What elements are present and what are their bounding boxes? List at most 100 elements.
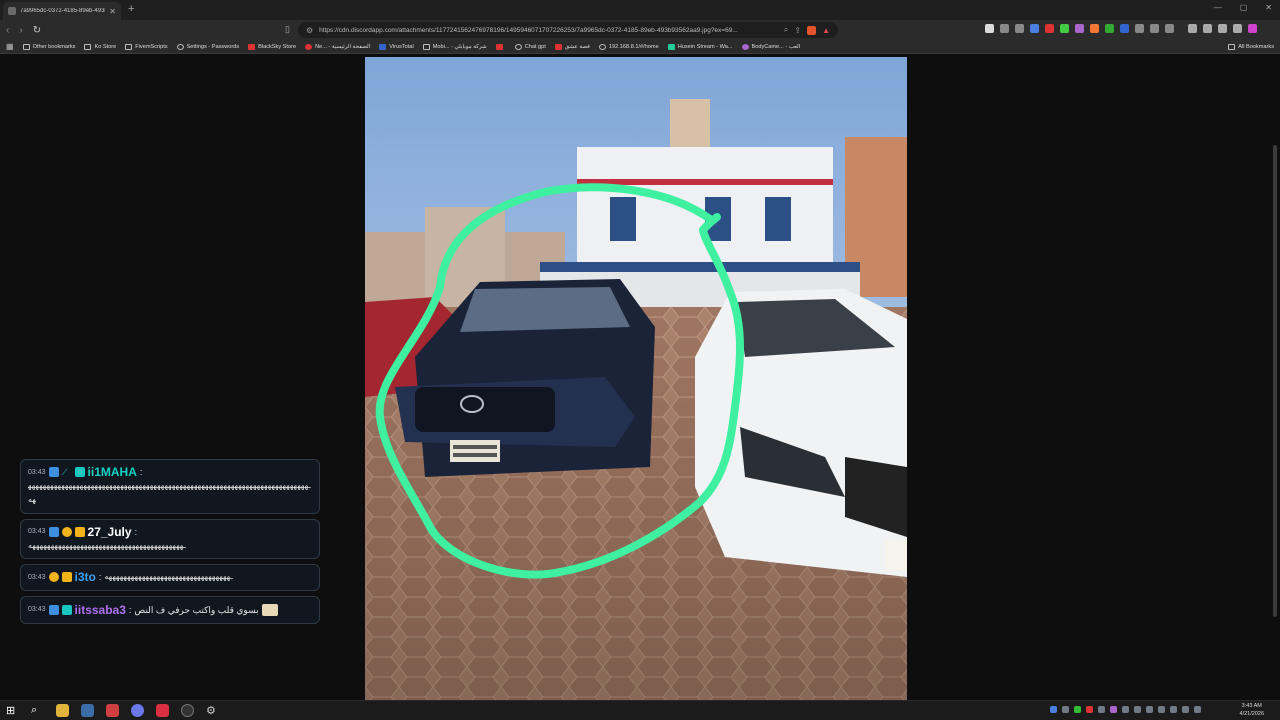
tray-icon[interactable] — [1098, 706, 1105, 713]
chat-username[interactable]: i3to — [75, 570, 96, 584]
tray-icon[interactable] — [1062, 706, 1069, 713]
back-icon[interactable]: ‹ — [6, 25, 9, 36]
extension-icon[interactable] — [985, 24, 994, 33]
kick-icon — [667, 43, 675, 50]
site-info-icon[interactable]: ⚙ — [306, 26, 313, 35]
badge-icon — [48, 526, 59, 537]
chatgpt-icon — [514, 43, 522, 50]
all-bookmarks-button[interactable]: All Bookmarks — [1228, 40, 1274, 54]
youtube-icon — [495, 43, 503, 50]
chat-username[interactable]: iitssaba3 — [75, 603, 126, 617]
tray-icon[interactable] — [1050, 706, 1057, 713]
settings-icon[interactable]: ⚙ — [206, 704, 219, 717]
bookmark-item[interactable]: FivemScripts — [125, 43, 168, 50]
discord-icon[interactable] — [131, 704, 144, 717]
tab-strip: 7a9965dc-0372-4185-89eb-493b... ✕ + — ▢ … — [0, 0, 1280, 20]
close-window-icon[interactable]: ✕ — [1265, 3, 1272, 12]
taskbar-clock[interactable]: 3:43 AM 4/21/2026 — [1240, 703, 1264, 718]
profile-avatar-icon[interactable] — [1248, 24, 1257, 33]
bookmark-item[interactable]: Other bookmarks — [22, 43, 75, 50]
reload-icon[interactable]: ↻ — [33, 25, 41, 36]
folder-icon — [1228, 44, 1236, 50]
wifi-icon[interactable] — [1170, 706, 1177, 713]
message-time: 03:43 — [28, 528, 46, 536]
extension-icon[interactable] — [1075, 24, 1084, 33]
crown-badge-icon — [61, 572, 72, 583]
new-tab-button[interactable]: + — [128, 3, 134, 15]
bookmark-item[interactable]: Husein Stream - Wa... — [667, 43, 733, 50]
tray-icon[interactable] — [1158, 706, 1165, 713]
extension-icon[interactable] — [1030, 24, 1039, 33]
site-icon — [554, 43, 562, 50]
tray-icon[interactable] — [1086, 706, 1093, 713]
zoom-icon[interactable]: ⌕ — [784, 25, 788, 35]
windows-icon[interactable]: ⊞ — [6, 704, 19, 717]
bookmark-item[interactable] — [495, 43, 506, 50]
downloads-icon[interactable] — [1165, 24, 1174, 33]
app-icon[interactable] — [106, 704, 119, 717]
search-icon[interactable]: ⌕ — [31, 704, 44, 717]
tray-icon[interactable] — [1110, 706, 1117, 713]
bookmark-item[interactable]: Ko Store — [84, 43, 116, 50]
bookmark-item[interactable]: 192.168.8.1/#/home — [598, 43, 659, 50]
extension-icon[interactable] — [1000, 24, 1009, 33]
globe-icon — [598, 43, 606, 50]
valorant-icon[interactable] — [156, 704, 169, 717]
sidebar-icon[interactable] — [1188, 24, 1197, 33]
tray-icon[interactable] — [1134, 706, 1141, 713]
extension-icon[interactable] — [1060, 24, 1069, 33]
badge-icon — [74, 467, 85, 477]
leo-icon[interactable] — [1218, 24, 1227, 33]
tray-icon[interactable] — [1122, 706, 1129, 713]
minimize-icon[interactable]: — — [1214, 3, 1222, 12]
browser-tab[interactable]: 7a9965dc-0372-4185-89eb-493b... ✕ — [3, 2, 121, 20]
network-icon[interactable] — [1182, 706, 1189, 713]
share-icon[interactable]: ⇪ — [794, 26, 801, 35]
chat-text: ـهههههههههههههههههههههههههههههههههه — [104, 572, 233, 582]
tray-icon[interactable] — [1146, 706, 1153, 713]
bookmark-icon[interactable]: ▯ — [285, 24, 290, 35]
bookmark-item[interactable]: قصة عشق — [554, 43, 590, 50]
address-bar[interactable]: ⚙ https://cdn.discordapp.com/attachments… — [298, 22, 838, 38]
forward-icon[interactable]: › — [19, 25, 22, 36]
bookmark-item[interactable]: BlackSky Store — [248, 43, 296, 50]
extensions-puzzle-icon[interactable] — [1150, 24, 1159, 33]
wallet-icon[interactable] — [1203, 24, 1212, 33]
bookmark-item[interactable]: Mobi... - شركة موبايلي — [422, 43, 487, 50]
folder-icon — [22, 43, 30, 50]
obs-icon[interactable] — [181, 704, 194, 717]
url-text: https://cdn.discordapp.com/attachments/1… — [319, 26, 738, 34]
folder-icon — [125, 43, 133, 50]
extension-icon[interactable] — [1015, 24, 1024, 33]
file-explorer-icon[interactable] — [56, 704, 69, 717]
close-tab-icon[interactable]: ✕ — [109, 7, 116, 16]
tray-icon[interactable] — [1074, 706, 1081, 713]
extension-icon[interactable] — [1090, 24, 1099, 33]
mobily-icon — [422, 43, 430, 50]
bookmark-item[interactable]: Ne... - الصفحة الرئيسية — [305, 43, 370, 50]
bookmark-item[interactable]: VirusTotal — [379, 43, 414, 50]
bookmark-item[interactable]: Settings - Passwords — [176, 43, 239, 50]
scrollbar[interactable] — [1273, 145, 1277, 617]
badge-icon — [48, 467, 59, 477]
chat-username[interactable]: ii1MAHA — [88, 465, 137, 479]
maximize-icon[interactable]: ▢ — [1240, 3, 1248, 12]
extension-icon[interactable] — [1105, 24, 1114, 33]
volume-icon[interactable] — [1194, 706, 1201, 713]
message-time: 03:43 — [28, 573, 46, 581]
extensions-row — [985, 24, 1257, 33]
bookmark-item[interactable]: Chat gpt — [514, 43, 546, 50]
vpn-icon[interactable] — [1233, 24, 1242, 33]
message-time: 03:43 — [28, 468, 46, 476]
rewards-icon[interactable]: ▲ — [822, 26, 830, 35]
extension-icon[interactable] — [1045, 24, 1054, 33]
apps-grid-icon[interactable]: ▦ — [6, 42, 14, 51]
site-icon — [741, 43, 749, 50]
attachment-image[interactable] — [365, 57, 907, 700]
brave-shield-icon[interactable] — [807, 25, 817, 35]
extension-icon[interactable] — [1135, 24, 1144, 33]
bookmark-item[interactable]: BodyCame... - العب — [741, 43, 800, 50]
extension-icon[interactable] — [1120, 24, 1129, 33]
chat-username[interactable]: 27_July — [88, 525, 132, 539]
steam-icon[interactable] — [81, 704, 94, 717]
